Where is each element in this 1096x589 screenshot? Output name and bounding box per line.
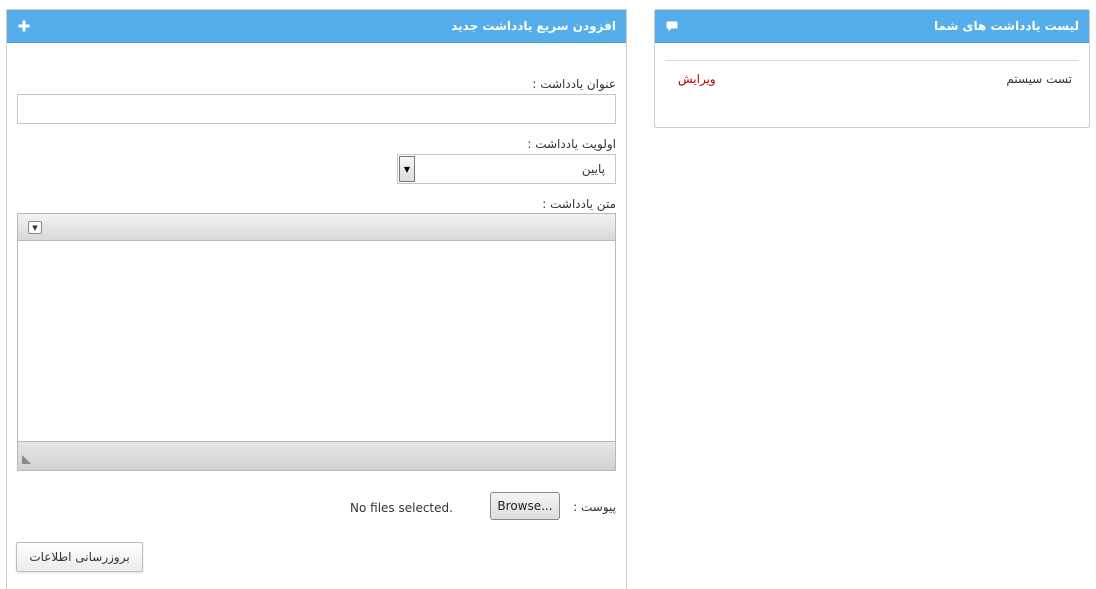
comment-icon [664, 18, 680, 34]
toolbar-toggle-icon[interactable]: ▼ [28, 221, 42, 234]
notes-list-title: لیست یادداشت های شما [934, 19, 1079, 33]
chevron-down-icon[interactable]: ▼ [399, 156, 415, 182]
priority-selected-value: پایین [581, 162, 605, 176]
note-title-input[interactable] [17, 94, 616, 124]
note-priority-label: اولویت یادداشت : [527, 137, 616, 151]
note-priority-select[interactable]: پایین ▼ [397, 154, 616, 184]
note-title-label: عنوان یادداشت : [532, 77, 616, 91]
plus-icon[interactable] [16, 18, 32, 34]
note-body-label: متن یادداشت : [542, 197, 616, 211]
add-note-panel: افزودن سریع یادداشت جدید عنوان یادداشت :… [6, 9, 627, 589]
attachment-label: پیوست : [573, 500, 616, 514]
editor-text-area[interactable] [18, 241, 615, 441]
resize-handle-icon[interactable] [22, 455, 31, 464]
add-note-title: افزودن سریع یادداشت جدید [451, 19, 616, 33]
file-status-text: No files selected. [350, 501, 453, 515]
note-body-editor: ▼ [17, 213, 616, 471]
notes-list-panel: لیست یادداشت های شما تست سیستم ویرایش [654, 9, 1090, 128]
list-item: تست سیستم ویرایش [665, 71, 1079, 89]
update-button[interactable]: بروزرسانی اطلاعات [16, 542, 143, 572]
add-note-header: افزودن سریع یادداشت جدید [7, 10, 626, 43]
edit-link[interactable]: ویرایش [678, 72, 716, 86]
note-item-title: تست سیستم [1006, 72, 1072, 86]
editor-toolbar: ▼ [18, 214, 615, 241]
notes-list-header: لیست یادداشت های شما [655, 10, 1089, 43]
list-divider [665, 60, 1079, 61]
browse-button[interactable]: Browse... [490, 492, 560, 520]
editor-statusbar [18, 441, 615, 470]
